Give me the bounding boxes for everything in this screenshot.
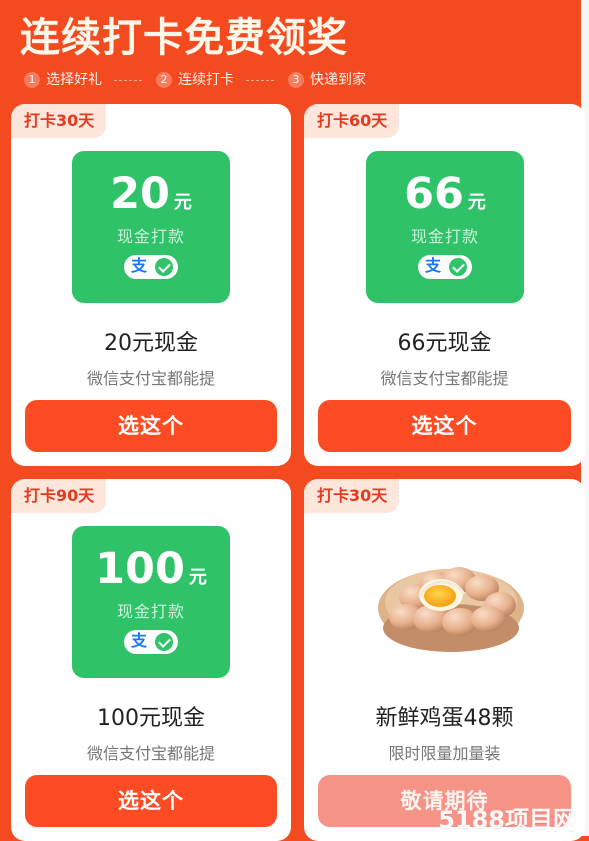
- select-reward-button[interactable]: 选这个: [25, 775, 277, 827]
- reward-card-100-yuan: 打卡90天 100 元 现金打款 支 100元现金 微信支付宝都能提 选这个: [11, 479, 291, 841]
- step-1: 1 选择好礼: [24, 70, 102, 90]
- site-watermark: 5188项目网: [438, 806, 577, 834]
- step-number-3: 3: [288, 72, 304, 88]
- cash-unit: 元: [188, 567, 207, 588]
- reward-card-eggs: 打卡30天 新鲜鸡蛋48颗 限时限量加量装 敬请期待: [304, 479, 585, 841]
- reward-card-66-yuan: 打卡60天 66 元 现金打款 支 66元现金 微信支付宝都能提 选这个: [304, 104, 585, 466]
- cash-amount: 100: [95, 544, 185, 594]
- step-label-2: 连续打卡: [178, 72, 234, 88]
- step-divider: [246, 79, 274, 81]
- checkin-days-badge: 打卡30天: [304, 479, 400, 513]
- payment-method-chip: 支: [124, 630, 178, 654]
- reward-description: 微信支付宝都能提: [86, 744, 215, 763]
- step-3: 3 快递到家: [288, 70, 366, 90]
- reward-title: 100元现金: [97, 706, 205, 731]
- alipay-icon: 支: [130, 256, 147, 275]
- verified-check-icon: [449, 258, 467, 276]
- checkin-days-badge: 打卡30天: [11, 104, 107, 138]
- reward-description: 微信支付宝都能提: [86, 369, 215, 388]
- verified-check-icon: [155, 633, 173, 651]
- verified-check-icon: [155, 258, 173, 276]
- payment-method-chip: 支: [418, 255, 472, 279]
- step-label-3: 快递到家: [310, 72, 366, 88]
- reward-card-20-yuan: 打卡30天 20 元 现金打款 支 20元现金 微信支付宝都能提 选这个: [11, 104, 291, 466]
- step-number-2: 2: [156, 72, 172, 88]
- reward-title: 20元现金: [104, 331, 198, 356]
- checkin-days-badge: 打卡60天: [304, 104, 400, 138]
- step-number-1: 1: [24, 72, 40, 88]
- page-title: 连续打卡免费领奖: [20, 15, 348, 61]
- cash-payment-label: 现金打款: [116, 602, 185, 621]
- cash-amount-row: 100 元: [72, 544, 230, 594]
- cash-payment-label: 现金打款: [410, 227, 479, 246]
- step-divider: [114, 79, 142, 81]
- cash-amount: 66: [404, 169, 464, 219]
- cash-unit: 元: [173, 192, 192, 213]
- payment-method-chip: 支: [124, 255, 178, 279]
- reward-description: 限时限量加量装: [388, 744, 501, 763]
- checkin-days-badge: 打卡90天: [11, 479, 107, 513]
- cash-reward-tile: 66 元 现金打款 支: [366, 151, 524, 303]
- step-2: 2 连续打卡: [156, 70, 234, 90]
- reward-description: 微信支付宝都能提: [380, 369, 509, 388]
- cash-amount: 20: [110, 169, 170, 219]
- alipay-icon: 支: [130, 631, 147, 650]
- step-label-1: 选择好礼: [46, 72, 102, 88]
- alipay-icon: 支: [424, 256, 441, 275]
- cash-amount-row: 20 元: [72, 169, 230, 219]
- cash-payment-label: 现金打款: [116, 227, 185, 246]
- cash-reward-tile: 100 元 现金打款 支: [72, 526, 230, 678]
- egg-basket-image: [378, 567, 524, 652]
- cash-amount-row: 66 元: [366, 169, 524, 219]
- select-reward-button[interactable]: 选这个: [318, 400, 571, 452]
- cash-reward-tile: 20 元 现金打款 支: [72, 151, 230, 303]
- cash-unit: 元: [467, 192, 486, 213]
- select-reward-button[interactable]: 选这个: [25, 400, 277, 452]
- reward-title: 66元现金: [397, 331, 492, 356]
- reward-title: 新鲜鸡蛋48颗: [375, 706, 514, 731]
- step-indicator: 1 选择好礼 2 连续打卡 3 快递到家: [24, 70, 366, 90]
